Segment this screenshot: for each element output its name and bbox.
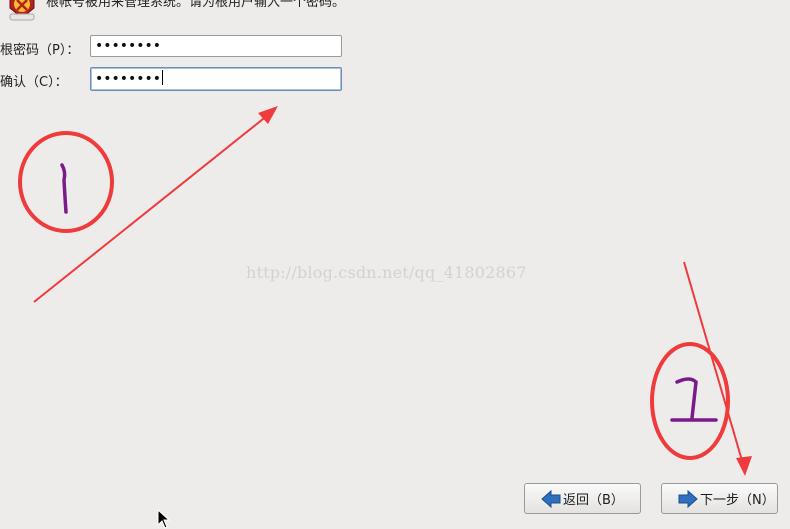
annotation-arrowhead-2 <box>736 456 752 476</box>
confirm-password-label: 确认（C）： <box>0 75 68 90</box>
header-description: 根帐号被用来管理系统。请为根用户输入一个密码。 <box>46 0 346 10</box>
annotation-arrowhead-1 <box>258 106 278 124</box>
root-user-warning-icon <box>9 0 35 21</box>
annotation-arrow-2 <box>683 261 744 465</box>
back-button-label: 返回（B） <box>563 493 624 508</box>
annotation-digit-1-stroke <box>60 163 68 214</box>
annotation-circle-2 <box>650 342 730 460</box>
text-caret <box>162 70 164 85</box>
watermark-url: http://blog.csdn.net/qq_41802867 <box>246 263 527 282</box>
annotation-circle-1 <box>18 131 114 233</box>
annotation-arrow-1 <box>33 114 269 303</box>
back-button[interactable]: 返回（B） <box>524 483 641 514</box>
confirm-password-input[interactable]: •••••••• <box>90 67 342 91</box>
root-password-value: •••••••• <box>95 38 162 54</box>
root-password-label: 根密码（P）： <box>0 43 80 58</box>
arrow-left-icon <box>541 489 561 508</box>
mouse-pointer-icon <box>157 509 171 529</box>
next-button[interactable]: 下一步（N） <box>661 483 778 514</box>
arrow-right-icon <box>678 489 698 508</box>
confirm-password-value: •••••••• <box>95 71 162 87</box>
root-password-input[interactable]: •••••••• <box>90 35 342 57</box>
annotation-digit-2-stroke <box>670 377 718 422</box>
next-button-label: 下一步（N） <box>700 493 775 508</box>
